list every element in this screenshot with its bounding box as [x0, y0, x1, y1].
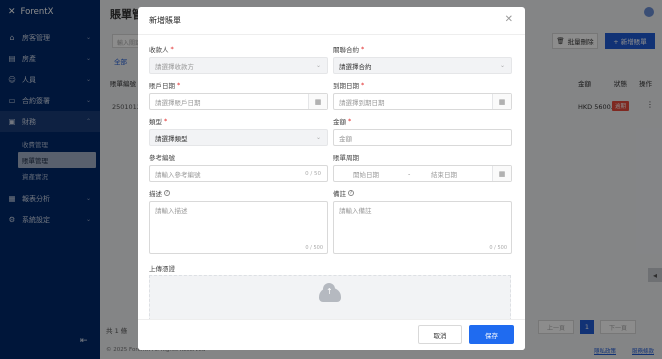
upload-field: 上傳憑證 — [149, 263, 328, 273]
amount-label: 金額 * — [333, 116, 512, 126]
chevron-down-icon: ⌄ — [315, 134, 321, 141]
dialog-title: 新增賬單 — [149, 16, 181, 25]
account-date-label-text: 賬戶日期 — [149, 82, 175, 90]
upload-label: 上傳憑證 — [149, 263, 328, 273]
remark-textarea[interactable]: 請輸入備註 0 / 500 — [333, 201, 512, 254]
period-range-picker[interactable]: 開始日期 - 結束日期 ▦ — [333, 165, 512, 182]
period-field: 賬單周期 開始日期 - 結束日期 ▦ — [333, 152, 512, 182]
calendar-icon[interactable]: ▦ — [492, 94, 511, 109]
required-mark: * — [361, 81, 365, 89]
remark-field: 備註? 請輸入備註 0 / 500 — [333, 188, 512, 254]
due-date-label-text: 到期日期 — [333, 82, 359, 90]
contract-select[interactable]: 請選擇合約 ⌄ — [333, 57, 512, 74]
dialog-header: 新增賬單 ✕ — [138, 7, 525, 35]
account-date-field: 賬戶日期 * 請選擇賬戶日期 ▦ — [149, 80, 328, 110]
type-placeholder: 請選擇類型 — [155, 134, 188, 143]
amount-input[interactable]: 金額 — [333, 129, 512, 146]
contract-field: 關聯合約 * 請選擇合約 ⌄ — [333, 44, 512, 74]
calendar-icon[interactable]: ▦ — [308, 94, 327, 109]
calendar-icon[interactable]: ▦ — [492, 166, 511, 181]
save-button[interactable]: 保存 — [469, 325, 514, 344]
description-counter: 0 / 500 — [305, 245, 323, 251]
period-separator: - — [408, 169, 411, 178]
payer-label: 收款人 * — [149, 44, 328, 54]
amount-label-text: 金額 — [333, 118, 346, 126]
remark-counter: 0 / 500 — [489, 245, 507, 251]
reference-input[interactable]: 請輸入參考編號 0 / 50 — [149, 165, 328, 182]
reference-placeholder: 請輸入參考編號 — [155, 170, 201, 179]
description-placeholder: 請輸入描述 — [155, 207, 188, 215]
account-date-label: 賬戶日期 * — [149, 80, 328, 90]
chevron-down-icon: ⌄ — [315, 62, 321, 69]
due-date-label: 到期日期 * — [333, 80, 512, 90]
help-icon[interactable]: ? — [348, 190, 354, 196]
description-field: 描述? 請輸入描述 0 / 500 — [149, 188, 328, 254]
help-icon[interactable]: ? — [164, 190, 170, 196]
reference-label-text: 參考編號 — [149, 154, 175, 162]
due-date-field: 到期日期 * 請選擇到期日期 ▦ — [333, 80, 512, 110]
payer-placeholder: 請選擇收款方 — [155, 62, 194, 71]
cancel-button[interactable]: 取消 — [418, 325, 462, 344]
account-date-placeholder: 請選擇賬戶日期 — [155, 98, 201, 107]
period-label-text: 賬單周期 — [333, 154, 359, 162]
amount-field: 金額 * 金額 — [333, 116, 512, 146]
amount-placeholder: 金額 — [339, 134, 352, 143]
due-date-picker[interactable]: 請選擇到期日期 ▦ — [333, 93, 512, 110]
reference-label: 參考編號 — [149, 152, 328, 162]
add-bill-dialog: 新增賬單 ✕ 收款人 * 請選擇收款方 ⌄ 關聯合約 * 請選擇合約 ⌄ 賬戶日期 *… — [138, 7, 525, 350]
description-textarea[interactable]: 請輸入描述 0 / 500 — [149, 201, 328, 254]
required-mark: * — [348, 117, 352, 125]
payer-select[interactable]: 請選擇收款方 ⌄ — [149, 57, 328, 74]
description-label-text: 描述 — [149, 190, 162, 198]
chevron-down-icon: ⌄ — [499, 62, 505, 69]
type-select[interactable]: 請選擇類型 ⌄ — [149, 129, 328, 146]
period-label: 賬單周期 — [333, 152, 512, 162]
type-label-text: 類型 — [149, 118, 162, 126]
required-mark: * — [361, 45, 365, 53]
payer-field: 收款人 * 請選擇收款方 ⌄ — [149, 44, 328, 74]
remark-label: 備註? — [333, 188, 512, 198]
account-date-picker[interactable]: 請選擇賬戶日期 ▦ — [149, 93, 328, 110]
reference-field: 參考編號 請輸入參考編號 0 / 50 — [149, 152, 328, 182]
reference-counter: 0 / 50 — [305, 170, 321, 177]
period-end[interactable]: 結束日期 — [431, 169, 457, 179]
upload-dropzone[interactable]: ↑ — [149, 275, 511, 321]
contract-label: 關聯合約 * — [333, 44, 512, 54]
required-mark: * — [164, 117, 168, 125]
contract-label-text: 關聯合約 — [333, 46, 359, 54]
type-label: 類型 * — [149, 116, 328, 126]
cloud-upload-icon: ↑ — [319, 283, 341, 302]
upload-label-text: 上傳憑證 — [149, 265, 175, 273]
required-mark: * — [177, 81, 181, 89]
payer-label-text: 收款人 — [149, 46, 169, 54]
required-mark: * — [170, 45, 174, 53]
remark-placeholder: 請輸入備註 — [339, 207, 372, 215]
dialog-footer: 取消 保存 — [138, 319, 525, 350]
type-field: 類型 * 請選擇類型 ⌄ — [149, 116, 328, 146]
close-icon[interactable]: ✕ — [505, 14, 513, 25]
period-start[interactable]: 開始日期 — [353, 169, 379, 179]
due-date-placeholder: 請選擇到期日期 — [339, 98, 385, 107]
description-label: 描述? — [149, 188, 328, 198]
contract-placeholder: 請選擇合約 — [339, 62, 372, 71]
remark-label-text: 備註 — [333, 190, 346, 198]
